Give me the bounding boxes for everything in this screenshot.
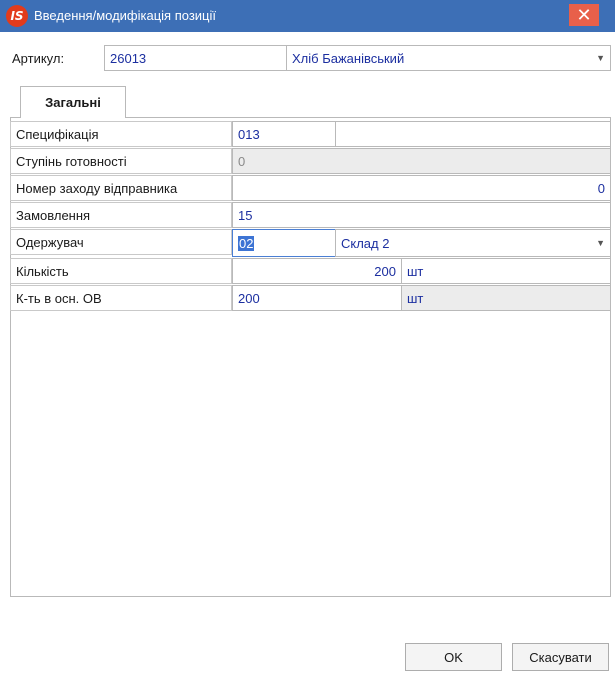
recipient-label: Одержувач [10,229,232,255]
is-logo-icon: IS [6,5,28,27]
cancel-button[interactable]: Скасувати [512,643,609,671]
qty-base-input[interactable]: 200 [232,285,402,311]
order-input[interactable]: 15 [232,202,611,228]
article-name-select[interactable]: Хліб Бажанівський ▼ [286,45,611,71]
recipient-name-select[interactable]: Склад 2 ▼ [335,229,611,257]
specification-extra-field[interactable] [335,121,611,147]
article-label: Артикул: [12,51,65,66]
quantity-input[interactable]: 200 [232,258,402,284]
sender-event-label: Номер заходу відправника [10,175,232,201]
specification-code-input[interactable]: 013 [232,121,336,147]
title-bar: IS Введення/модифікація позиції ✕ [0,0,615,32]
article-code-input[interactable]: 26013 [104,45,287,71]
article-name-value: Хліб Бажанівський [292,50,405,66]
qty-base-unit-field: шт [401,285,611,311]
specification-label: Специфікація [10,121,232,147]
qty-base-label: К-ть в осн. ОВ [10,285,232,311]
quantity-label: Кількість [10,258,232,284]
window-title: Введення/модифікація позиції [34,8,216,23]
chevron-down-icon[interactable]: ▼ [596,238,605,248]
sender-event-input[interactable]: 0 [232,175,611,201]
recipient-code-value: 02 [238,235,255,251]
quantity-unit-field[interactable]: шт [401,258,611,284]
order-label: Замовлення [10,202,232,228]
ok-button[interactable]: OK [405,643,502,671]
close-icon[interactable]: ✕ [569,4,599,26]
recipient-code-input[interactable]: 02 [232,229,336,257]
chevron-down-icon[interactable]: ▼ [596,53,605,63]
tab-general[interactable]: Загальні [20,86,126,118]
recipient-name-value: Склад 2 [341,235,390,251]
readiness-field: 0 [232,148,611,174]
readiness-label: Ступінь готовності [10,148,232,174]
